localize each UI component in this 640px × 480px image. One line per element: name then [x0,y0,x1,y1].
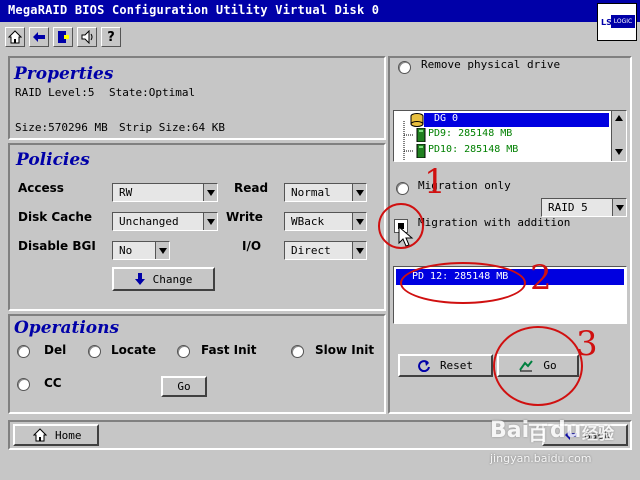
operations-heading: Operations [14,318,120,338]
read-value: Normal [291,186,331,199]
del-label: Del [44,343,67,357]
migration-only-radio[interactable] [396,182,409,195]
annotation-number-3: 3 [576,324,598,364]
arrow-down-icon [134,273,145,285]
disable-bgi-value: No [119,244,133,257]
locate-label: Locate [111,343,156,357]
read-select[interactable]: Normal [284,183,367,202]
disk-cache-value: Unchanged [119,215,179,228]
raid-level-select[interactable]: RAID 5 [541,198,627,217]
tree-pd10: PD10: 285148 MB [428,144,519,155]
migration-addition-label: Migration with addition [418,216,571,229]
del-radio[interactable] [17,345,30,358]
access-select[interactable]: RW [112,183,218,202]
io-select[interactable]: Direct [284,241,367,260]
raid-level-value: RAID 5 [548,201,588,214]
watermark-jingyan: 经验 [582,424,615,443]
lsi-logo: LSI LOGIC [597,3,637,41]
fast-init-radio[interactable] [177,345,190,358]
change-label: Change [152,272,193,286]
operations-go-button[interactable]: Go [161,376,207,397]
disable-bgi-label: Disable BGI [18,239,96,253]
window-title: MegaRAID BIOS Configuration Utility Virt… [8,3,380,17]
properties-heading: Properties [14,64,114,84]
state: State:Optimal [109,86,196,99]
reset-button[interactable]: Reset [398,354,493,377]
chevron-down-icon [352,242,366,259]
remove-drive-radio[interactable] [398,61,411,74]
physical-drive-icon [416,128,426,142]
home-icon [33,428,47,442]
slow-init-radio[interactable] [291,345,304,358]
watermark-brand: Bai [490,418,530,443]
write-value: WBack [291,215,325,228]
tree-lines [403,121,414,161]
cc-label: CC [44,376,62,390]
chevron-down-icon [615,149,623,155]
tree-pd9: PD9: 285148 MB [428,128,513,139]
home-button[interactable]: Home [13,424,99,446]
annotation-number-1: 1 [424,162,446,202]
operations-go-label: Go [177,380,191,393]
disk-cache-label: Disk Cache [18,210,93,224]
reset-icon [418,359,430,372]
reset-label: Reset [439,359,474,372]
slow-init-label: Slow Init [315,343,375,357]
drive-tree[interactable]: DG 0 PD9: 285148 MB PD10: 285148 MB [393,110,627,162]
toolbar: ? [0,24,580,50]
tree-dg0: DG 0 [434,113,459,124]
chevron-down-icon [155,242,169,259]
exit-icon[interactable] [53,27,73,47]
access-label: Access [18,181,64,195]
annotation-number-2: 2 [530,258,552,298]
raid-level: RAID Level:5 [15,86,95,99]
chevron-down-icon [203,184,217,201]
io-label: I/O [242,239,262,253]
watermark-paw: 百 [528,421,548,445]
change-button[interactable]: Change [112,267,215,291]
access-value: RW [119,186,133,199]
size: Size:570296 MB [15,121,108,134]
annotation-circle-2 [400,262,526,304]
write-label: Write [226,210,263,224]
home-label: Home [55,428,82,442]
baidu-watermark: Bai 百 du 经验 jingyan.baidu.com [490,412,630,476]
annotation-circle-3 [493,326,583,406]
physical-drive-icon [416,144,426,158]
cc-radio[interactable] [17,378,30,391]
chevron-up-icon [615,115,623,121]
help-icon[interactable]: ? [101,27,121,47]
write-select[interactable]: WBack [284,212,367,231]
strip-size: Strip Size:64 KB [119,121,225,134]
chevron-down-icon [203,213,217,230]
disable-bgi-select[interactable]: No [112,241,170,260]
chevron-down-icon [352,184,366,201]
fast-init-label: Fast Init [201,343,257,357]
title-bar: MegaRAID BIOS Configuration Utility Virt… [0,0,640,22]
sound-icon[interactable] [77,27,97,47]
read-label: Read [234,181,269,195]
annotation-circle-1 [378,203,424,249]
chevron-down-icon [352,213,366,230]
policies-heading: Policies [16,150,90,170]
watermark-brand-suffix: du [550,418,582,443]
disk-cache-select[interactable]: Unchanged [112,212,218,231]
back-icon[interactable] [29,27,49,47]
home-icon[interactable] [5,27,25,47]
chevron-down-icon [612,199,626,216]
watermark-url: jingyan.baidu.com [490,452,592,465]
tree-scrollbar[interactable] [611,111,626,161]
locate-radio[interactable] [88,345,101,358]
remove-drive-label: Remove physical drive [421,58,561,71]
io-value: Direct [291,244,331,257]
